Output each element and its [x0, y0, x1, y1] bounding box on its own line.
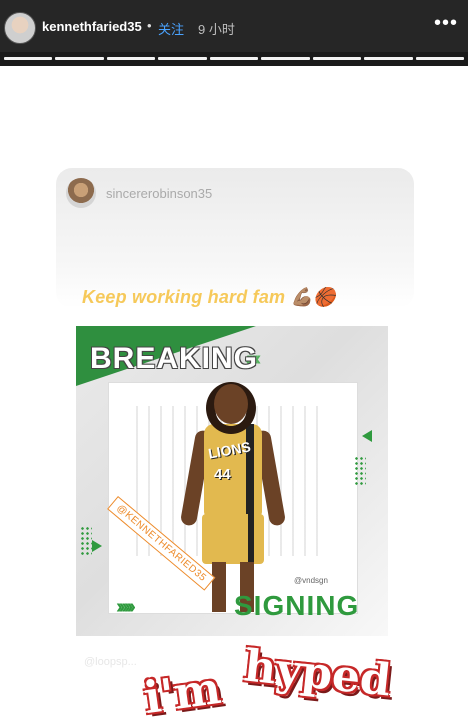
poster-headline-top: BREAKING — [90, 342, 259, 375]
player-shorts — [202, 514, 264, 564]
breaking-signing-poster: ‹‹‹‹‹ BREAKING LIONS 44 @KENNETHFARIED35… — [76, 326, 388, 636]
progress-segment — [209, 57, 259, 60]
progress-segment — [312, 57, 362, 60]
player-jersey — [204, 424, 262, 516]
username[interactable]: kennethfaried35 — [42, 19, 142, 34]
story-content[interactable]: sincererobinson35 Keep working hard fam … — [0, 66, 468, 720]
jersey-number: 44 — [214, 466, 231, 483]
post-time: 9 小时 — [198, 22, 235, 37]
progress-segment — [158, 57, 207, 60]
designer-handle: @vndsgn — [294, 576, 328, 585]
player-leg — [212, 562, 226, 612]
progress-segment — [261, 57, 310, 60]
progress-segment — [55, 57, 104, 60]
sticker-word-1: i'm — [140, 662, 224, 720]
triangle-right-icon — [92, 540, 102, 552]
more-horizontal-icon[interactable]: ••• — [434, 12, 458, 35]
story-caption: Keep working hard fam 💪🏽🏀 — [82, 287, 336, 307]
shared-username: sincererobinson35 — [106, 186, 213, 201]
progress-segment — [106, 57, 156, 60]
story-header: kennethfaried35 • 关注 9 小时 ••• — [0, 0, 468, 52]
progress-segment — [415, 57, 464, 60]
user-avatar[interactable] — [4, 12, 36, 44]
player-head — [214, 384, 248, 424]
shared-user-avatar — [66, 178, 96, 208]
progress-segment — [364, 57, 413, 60]
story-viewer: kennethfaried35 • 关注 9 小时 ••• sincererob… — [0, 0, 468, 720]
chevron-arrows-icon: ›››››› — [116, 596, 136, 618]
story-watermark: @loopsp... — [84, 656, 137, 668]
follow-button[interactable]: 关注 — [158, 19, 184, 38]
poster-dots-left — [80, 526, 92, 556]
triangle-left-icon — [362, 430, 372, 442]
poster-headline-bottom: SIGNING — [234, 590, 360, 621]
sticker-word-2: hyped — [241, 640, 394, 707]
separator-dot: • — [147, 18, 152, 33]
hyped-sticker: i'm hyped — [140, 638, 434, 720]
progress-segment — [4, 57, 53, 60]
poster-dots-right — [354, 456, 366, 486]
story-progress-bar — [4, 57, 464, 60]
